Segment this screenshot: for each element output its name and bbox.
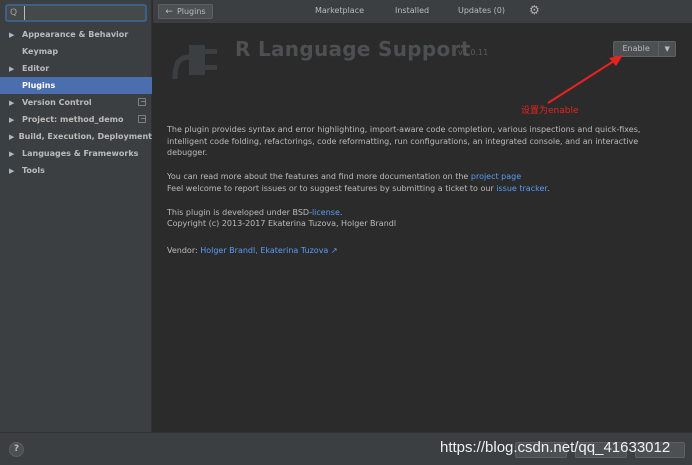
watermark: https://blog.csdn.net/qq_41633012 <box>440 439 671 456</box>
issues-text: Feel welcome to report issues or to sugg… <box>167 183 497 193</box>
license-link[interactable]: license <box>312 208 340 217</box>
vendor-line: Vendor: Holger Brandl, Ekaterina Tuzova … <box>167 246 338 255</box>
enable-button[interactable]: Enable ▼ <box>613 41 676 57</box>
back-button-label: Plugins <box>176 7 206 16</box>
plugin-icon <box>172 45 217 80</box>
sidebar-item-plugins[interactable]: Plugins <box>0 77 152 94</box>
sidebar-item-label: Plugins <box>22 81 56 90</box>
search-icon: Q <box>10 8 18 18</box>
plugin-title: R Language Support <box>235 37 471 61</box>
sidebar-item-label: Version Control <box>22 98 92 107</box>
search-input[interactable] <box>24 6 134 20</box>
documentation-text: You can read more about the features and… <box>167 172 471 182</box>
license-period: . <box>339 207 343 217</box>
expand-arrow-icon[interactable]: ▶ <box>0 167 22 175</box>
help-button[interactable]: ? <box>9 442 24 457</box>
sidebar-item-label: Appearance & Behavior <box>22 30 129 39</box>
plugin-description: The plugin provides syntax and error hig… <box>167 124 667 230</box>
sidebar-item-version-control[interactable]: ▶ Version Control <box>0 94 152 111</box>
copyright-line: Copyright (c) 2013-2017 Ekaterina Tuzova… <box>167 219 397 229</box>
sidebar-item-project[interactable]: ▶ Project: method_demo <box>0 111 152 128</box>
license-text: This plugin is developed under BSD- <box>167 207 312 217</box>
search-field[interactable]: Q <box>5 4 147 22</box>
sidebar-item-editor[interactable]: ▶ Editor <box>0 60 152 77</box>
expand-arrow-icon[interactable]: ▶ <box>0 65 22 73</box>
settings-sidebar: Q ▶ Appearance & Behavior Keymap ▶ Edito… <box>0 0 152 432</box>
issue-tracker-link[interactable]: issue tracker <box>496 184 547 193</box>
project-level-icon <box>138 98 146 106</box>
sidebar-item-label: Keymap <box>22 47 59 56</box>
sidebar-item-keymap[interactable]: Keymap <box>0 43 152 60</box>
tab-installed[interactable]: Installed <box>395 6 429 15</box>
sidebar-item-build[interactable]: ▶ Build, Execution, Deployment <box>0 128 152 145</box>
plugin-version: v1.0.11 <box>458 48 489 57</box>
project-level-icon <box>138 115 146 123</box>
vendor-link[interactable]: Holger Brandl, Ekaterina Tuzova ↗ <box>200 246 337 255</box>
back-arrow-icon: ← <box>165 6 173 17</box>
tab-updates[interactable]: Updates (0) <box>458 6 505 15</box>
sidebar-item-appearance[interactable]: ▶ Appearance & Behavior <box>0 26 152 43</box>
dropdown-arrow-icon[interactable]: ▼ <box>659 45 675 53</box>
gear-icon[interactable]: ⚙ <box>529 4 541 16</box>
expand-arrow-icon[interactable]: ▶ <box>0 133 19 141</box>
plugins-toolbar: ← Plugins Marketplace Installed Updates … <box>153 0 692 24</box>
sidebar-item-label: Build, Execution, Deployment <box>18 132 152 141</box>
sidebar-item-label: Editor <box>22 64 50 73</box>
back-to-plugins-button[interactable]: ← Plugins <box>158 4 213 19</box>
sidebar-item-label: Tools <box>22 166 45 175</box>
expand-arrow-icon[interactable]: ▶ <box>0 150 22 158</box>
sidebar-item-label: Project: method_demo <box>22 115 124 124</box>
issues-period: . <box>546 183 550 193</box>
plugin-details-panel: R Language Support v1.0.11 Enable ▼ 设置为e… <box>153 25 692 432</box>
dialog-footer: ? https://blog.csdn.net/qq_41633012 <box>0 432 692 465</box>
enable-button-label[interactable]: Enable <box>614 42 660 56</box>
vendor-label: Vendor: <box>167 246 198 255</box>
tab-marketplace[interactable]: Marketplace <box>315 6 364 15</box>
expand-arrow-icon[interactable]: ▶ <box>0 99 22 107</box>
sidebar-item-tools[interactable]: ▶ Tools <box>0 162 152 179</box>
issues-line: Feel welcome to report issues or to sugg… <box>167 183 667 195</box>
expand-arrow-icon[interactable]: ▶ <box>0 116 22 124</box>
annotation-text: 设置为enable <box>521 106 579 116</box>
documentation-line: You can read more about the features and… <box>167 171 667 183</box>
settings-tree: ▶ Appearance & Behavior Keymap ▶ Editor … <box>0 26 152 179</box>
sidebar-item-label: Languages & Frameworks <box>22 149 139 158</box>
description-paragraph: The plugin provides syntax and error hig… <box>167 125 641 158</box>
expand-arrow-icon[interactable]: ▶ <box>0 31 22 39</box>
project-page-link[interactable]: project page <box>471 172 521 181</box>
license-line: This plugin is developed under BSD-licen… <box>167 207 667 219</box>
sidebar-item-languages[interactable]: ▶ Languages & Frameworks <box>0 145 152 162</box>
